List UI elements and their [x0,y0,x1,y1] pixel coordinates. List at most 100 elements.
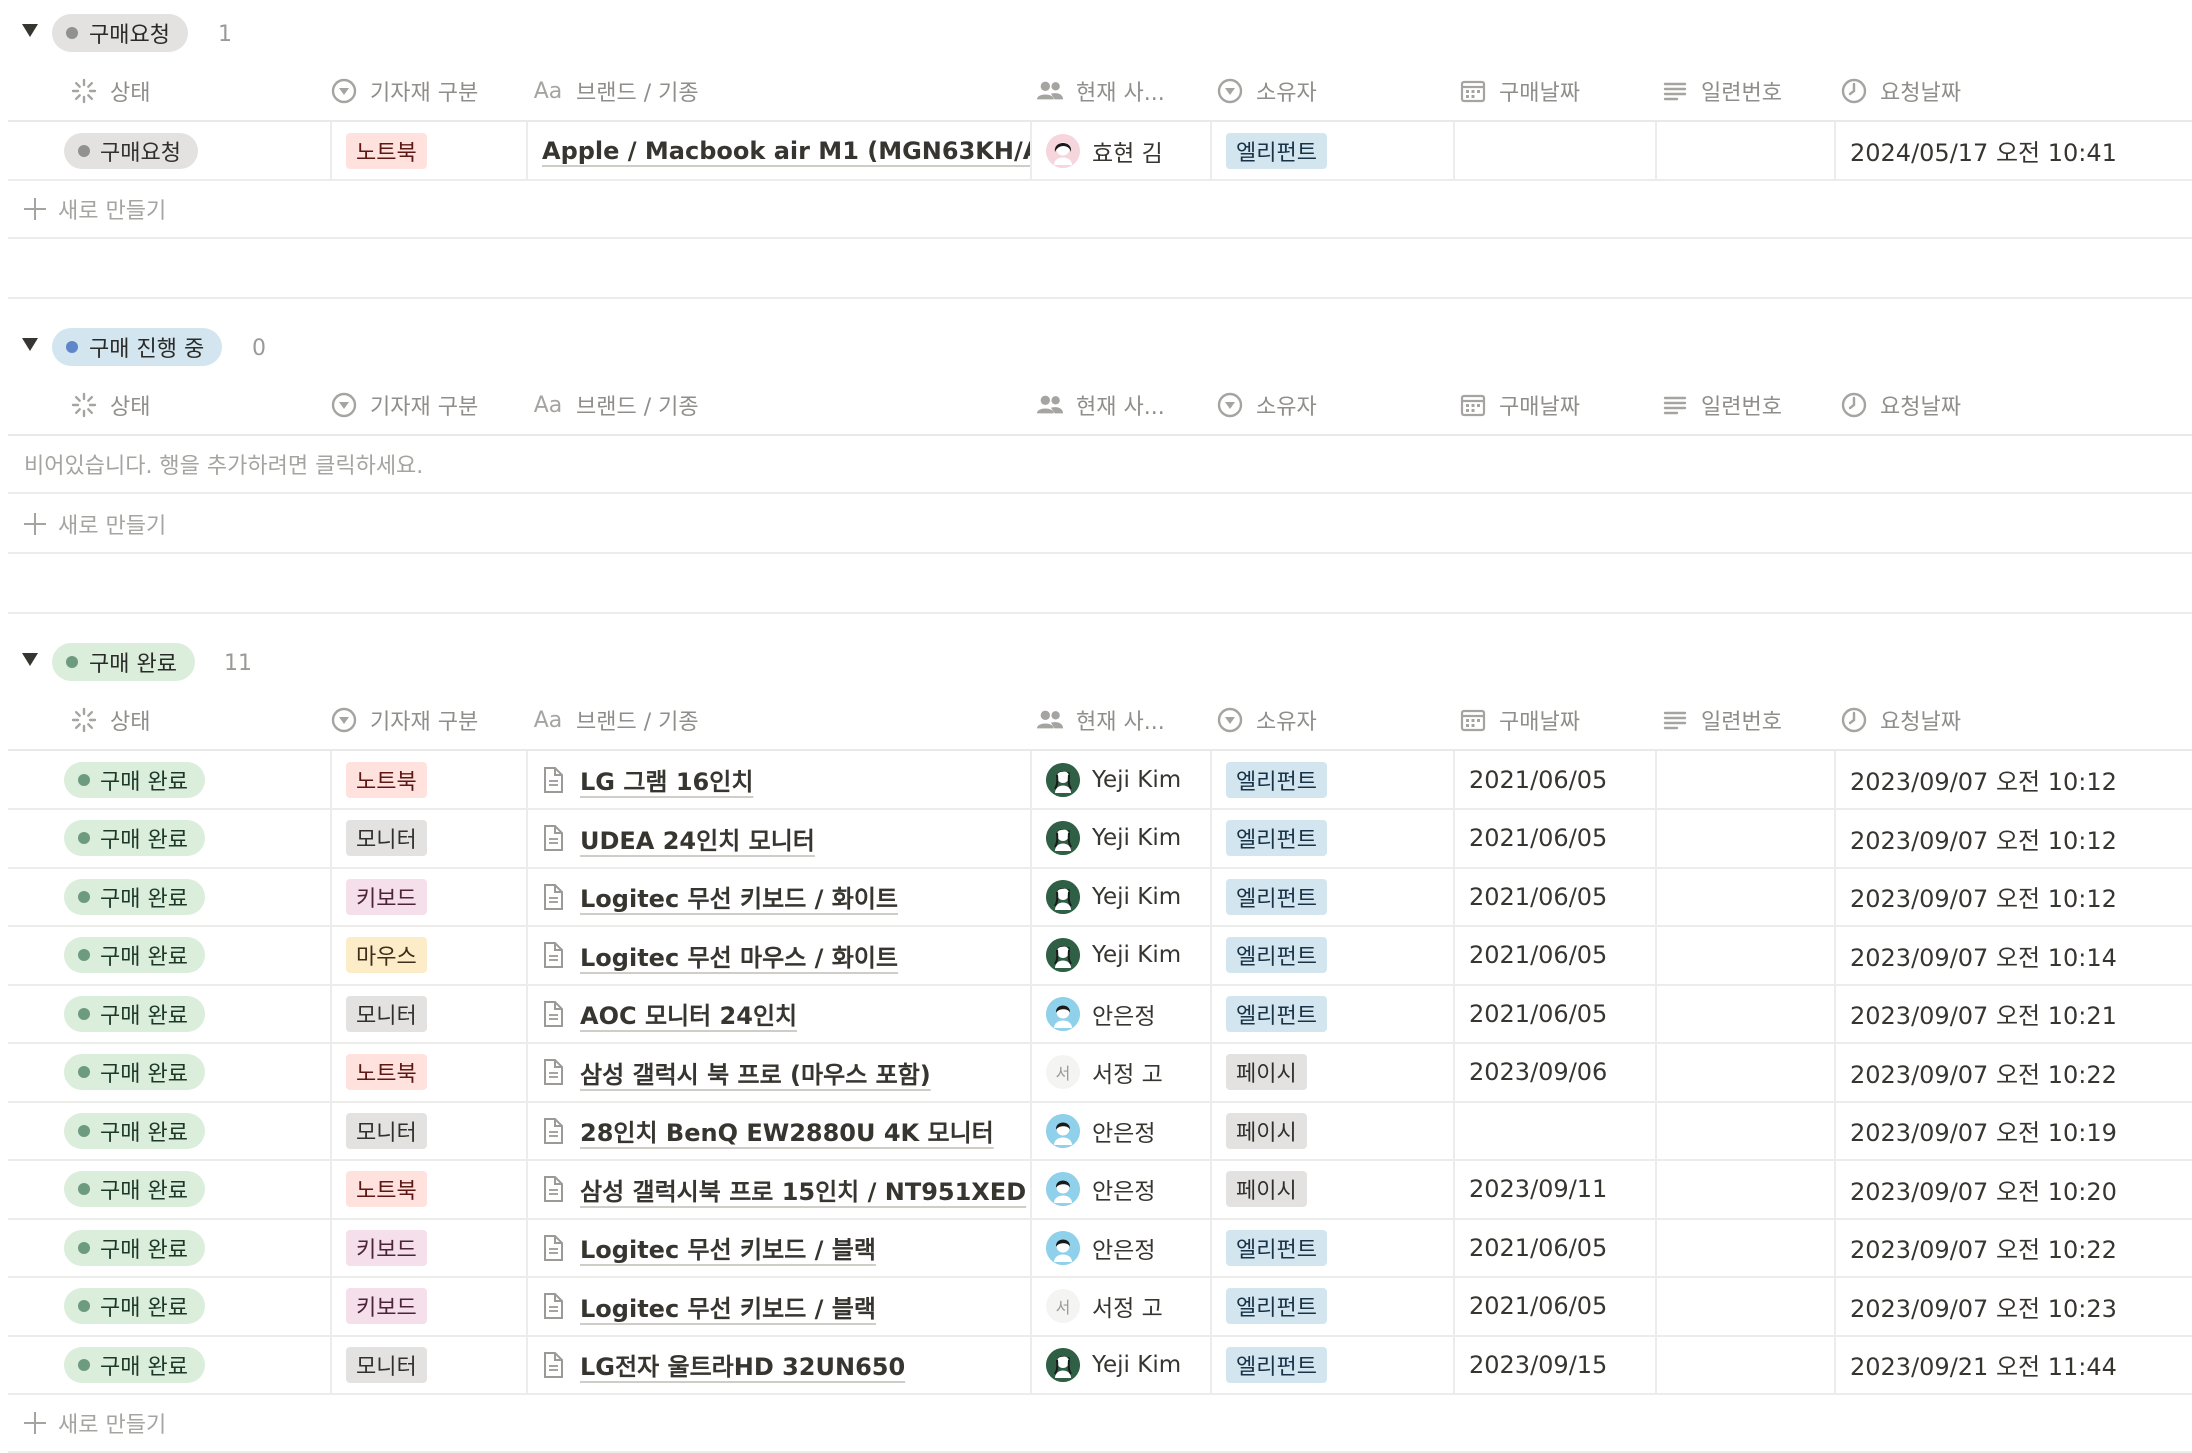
request-date-cell[interactable]: 2023/09/07 오전 10:22 [1834,1219,2192,1276]
owner-cell[interactable]: 엘리펀트 [1210,1219,1453,1276]
column-header-category[interactable]: 기자재 구분 [330,376,478,434]
current-user-cell[interactable]: 안은정 [1030,1219,1210,1276]
owner-cell[interactable]: 페이시 [1210,1160,1453,1218]
column-header-owner[interactable]: 소유자 [1216,62,1317,120]
current-user-cell[interactable]: Yeji Kim [1030,868,1210,925]
row-title-link[interactable]: Apple / Macbook air M1 (MGN63KH/A) [542,137,1030,165]
brand-cell[interactable]: Apple / Macbook air M1 (MGN63KH/A) [526,122,1030,179]
column-header-serial[interactable]: 일련번호 [1661,62,1782,120]
brand-cell[interactable]: LG 그램 16인치 [526,751,1030,808]
purchase-date-cell[interactable]: 2021/06/05 [1453,751,1655,808]
table-row[interactable]: 구매 완료 마우스 Logitec 무선 마우스 / 화이트 Yeji Kim 엘리펀트… [8,926,2192,986]
column-header-status[interactable]: 상태 [70,376,150,434]
row-title-link[interactable]: 삼성 갤럭시 북 프로 (마우스 포함) [580,1055,931,1090]
current-user-cell[interactable]: 안은정 [1030,1102,1210,1159]
table-row[interactable]: 구매요청 노트북 Apple / Macbook air M1 (MGN63KH/A… [8,122,2192,181]
brand-cell[interactable]: Logitec 무선 키보드 / 블랙 [526,1277,1030,1335]
serial-cell[interactable] [1655,985,1834,1042]
brand-cell[interactable]: LG전자 울트라HD 32UN650 [526,1336,1030,1393]
request-date-cell[interactable]: 2023/09/07 오전 10:12 [1834,809,2192,867]
owner-cell[interactable]: 엘리펀트 [1210,751,1453,808]
serial-cell[interactable] [1655,1160,1834,1218]
request-date-cell[interactable]: 2023/09/07 오전 10:19 [1834,1102,2192,1159]
column-header-purchase[interactable]: 구매날짜 [1459,62,1580,120]
column-header-brand[interactable]: Aa 브랜드 / 기종 [532,691,699,749]
status-cell[interactable]: 구매 완료 [64,1336,330,1393]
brand-cell[interactable]: UDEA 24인치 모니터 [526,809,1030,867]
current-user-cell[interactable]: Yeji Kim [1030,1336,1210,1393]
purchase-date-cell[interactable] [1453,1102,1655,1159]
column-header-brand[interactable]: Aa 브랜드 / 기종 [532,62,699,120]
collapse-toggle-icon[interactable] [22,24,38,37]
row-title-link[interactable]: Logitec 무선 키보드 / 화이트 [580,879,898,914]
purchase-date-cell[interactable]: 2021/06/05 [1453,1219,1655,1276]
row-title-link[interactable]: Logitec 무선 마우스 / 화이트 [580,938,898,973]
table-row[interactable]: 구매 완료 키보드 Logitec 무선 키보드 / 블랙 안은정 엘리펀트 2021/0… [8,1219,2192,1278]
row-title-link[interactable]: Logitec 무선 키보드 / 블랙 [580,1289,876,1324]
group-status-pill[interactable]: 구매요청 [52,14,188,52]
category-cell[interactable]: 모니터 [330,1336,526,1393]
column-header-status[interactable]: 상태 [70,62,150,120]
category-cell[interactable]: 키보드 [330,1277,526,1335]
purchase-date-cell[interactable]: 2021/06/05 [1453,926,1655,984]
new-row-button[interactable]: 새로 만들기 [8,496,2192,554]
status-cell[interactable]: 구매 완료 [64,751,330,808]
owner-cell[interactable]: 엘리펀트 [1210,985,1453,1042]
owner-cell[interactable]: 페이시 [1210,1043,1453,1101]
category-cell[interactable]: 노트북 [330,751,526,808]
table-row[interactable]: 구매 완료 모니터 AOC 모니터 24인치 안은정 엘리펀트 2021/06/05 202… [8,985,2192,1044]
column-header-category[interactable]: 기자재 구분 [330,691,478,749]
serial-cell[interactable] [1655,751,1834,808]
current-user-cell[interactable]: 안은정 [1030,985,1210,1042]
status-cell[interactable]: 구매 완료 [64,1161,330,1218]
request-date-cell[interactable]: 2024/05/17 오전 10:41 [1834,122,2192,179]
category-cell[interactable]: 노트북 [330,1160,526,1218]
owner-cell[interactable]: 엘리펀트 [1210,868,1453,925]
category-cell[interactable]: 마우스 [330,926,526,984]
category-cell[interactable]: 모니터 [330,1102,526,1159]
purchase-date-cell[interactable]: 2023/09/15 [1453,1336,1655,1393]
owner-cell[interactable]: 엘리펀트 [1210,1277,1453,1335]
table-row[interactable]: 구매 완료 모니터 LG전자 울트라HD 32UN650 Yeji Kim 엘리펀트 20… [8,1336,2192,1395]
request-date-cell[interactable]: 2023/09/07 오전 10:22 [1834,1043,2192,1101]
column-header-request[interactable]: 요청날짜 [1840,691,1961,749]
serial-cell[interactable] [1655,926,1834,984]
current-user-cell[interactable]: 서 서정 고 [1030,1277,1210,1335]
column-header-serial[interactable]: 일련번호 [1661,691,1782,749]
owner-cell[interactable]: 엘리펀트 [1210,122,1453,179]
serial-cell[interactable] [1655,1219,1834,1276]
status-cell[interactable]: 구매요청 [64,122,330,179]
purchase-date-cell[interactable] [1453,122,1655,179]
request-date-cell[interactable]: 2023/09/07 오전 10:23 [1834,1277,2192,1335]
brand-cell[interactable]: Logitec 무선 마우스 / 화이트 [526,926,1030,984]
request-date-cell[interactable]: 2023/09/07 오전 10:21 [1834,985,2192,1042]
new-row-button[interactable]: 새로 만들기 [8,181,2192,239]
serial-cell[interactable] [1655,1102,1834,1159]
group-status-pill[interactable]: 구매 진행 중 [52,328,223,366]
request-date-cell[interactable]: 2023/09/07 오전 10:20 [1834,1160,2192,1218]
column-header-user[interactable]: 현재 사... [1036,691,1165,749]
table-row[interactable]: 구매 완료 모니터 UDEA 24인치 모니터 Yeji Kim 엘리펀트 2021/06… [8,809,2192,869]
current-user-cell[interactable]: 효현 김 [1030,122,1210,179]
table-row[interactable]: 구매 완료 노트북 삼성 갤럭시 북 프로 (마우스 포함) 서 서정 고 페이시 2023… [8,1043,2192,1103]
current-user-cell[interactable]: Yeji Kim [1030,926,1210,984]
status-cell[interactable]: 구매 완료 [64,1219,330,1276]
row-title-link[interactable]: LG 그램 16인치 [580,762,753,797]
empty-state-row[interactable]: 비어있습니다. 행을 추가하려면 클릭하세요. [8,436,2192,494]
column-header-serial[interactable]: 일련번호 [1661,376,1782,434]
purchase-date-cell[interactable]: 2023/09/06 [1453,1043,1655,1101]
request-date-cell[interactable]: 2023/09/07 오전 10:12 [1834,868,2192,925]
serial-cell[interactable] [1655,122,1834,179]
status-cell[interactable]: 구매 완료 [64,1044,330,1101]
column-header-status[interactable]: 상태 [70,691,150,749]
status-cell[interactable]: 구매 완료 [64,1102,330,1159]
category-cell[interactable]: 노트북 [330,122,526,179]
column-header-user[interactable]: 현재 사... [1036,62,1165,120]
purchase-date-cell[interactable]: 2023/09/11 [1453,1160,1655,1218]
column-header-request[interactable]: 요청날짜 [1840,376,1961,434]
purchase-date-cell[interactable]: 2021/06/05 [1453,1277,1655,1335]
purchase-date-cell[interactable]: 2021/06/05 [1453,809,1655,867]
collapse-toggle-icon[interactable] [22,653,38,666]
table-row[interactable]: 구매 완료 노트북 삼성 갤럭시북 프로 15인치 / NT951XED 안은정 페이시… [8,1160,2192,1220]
owner-cell[interactable]: 엘리펀트 [1210,926,1453,984]
